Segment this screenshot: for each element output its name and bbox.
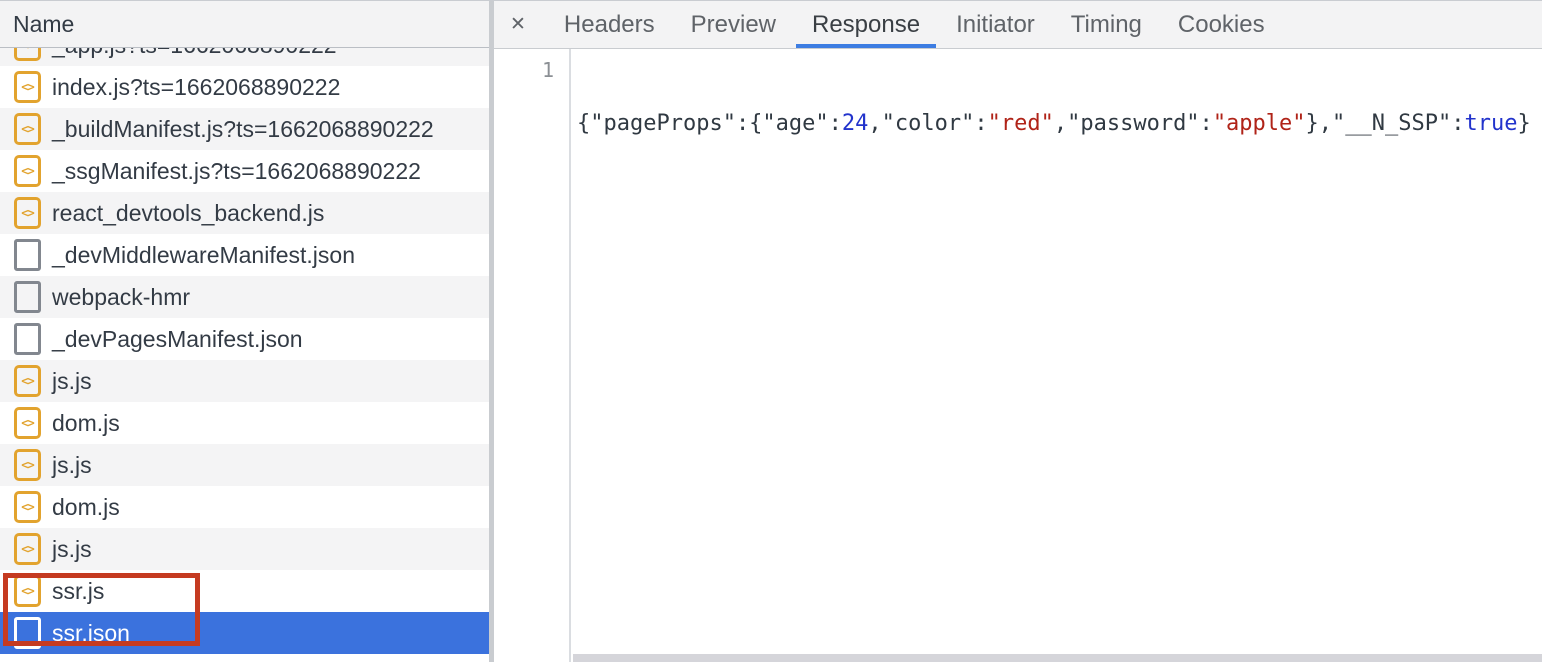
request-name: ssr.json <box>52 620 130 647</box>
request-row[interactable]: <> _ssgManifest.js?ts=1662068890222 <box>0 150 489 192</box>
request-name: js.js <box>52 452 92 479</box>
request-row[interactable]: _devPagesManifest.json <box>0 318 489 360</box>
request-name: _devPagesManifest.json <box>52 326 303 353</box>
response-code[interactable]: {"pageProps":{"age":24,"color":"red","pa… <box>571 49 1542 662</box>
script-file-icon: <> <box>14 491 41 523</box>
devtools-network-panel: Name <> _app.js?ts=1662068890222 <> index… <box>0 0 1542 662</box>
request-details-panel: ✕ HeadersPreviewResponseInitiatorTimingC… <box>494 1 1542 662</box>
document-file-icon <box>14 239 41 271</box>
request-name: dom.js <box>52 410 120 437</box>
json-token-plain: },"__N_SSP": <box>1306 111 1465 136</box>
request-name: ssr.js <box>52 578 104 605</box>
json-token-plain: } <box>1517 111 1530 136</box>
script-file-icon: <> <box>14 533 41 565</box>
document-file-icon <box>14 281 41 313</box>
request-row[interactable]: <> react_devtools_backend.js <box>0 192 489 234</box>
request-name: react_devtools_backend.js <box>52 200 324 227</box>
request-row[interactable]: <> dom.js <box>0 402 489 444</box>
script-file-icon: <> <box>14 155 41 187</box>
script-file-icon: <> <box>14 113 41 145</box>
document-file-icon <box>14 323 41 355</box>
script-file-icon: <> <box>14 197 41 229</box>
request-name: _ssgManifest.js?ts=1662068890222 <box>52 158 421 185</box>
request-row[interactable]: <> ssr.js <box>0 570 489 612</box>
request-name: _buildManifest.js?ts=1662068890222 <box>52 116 434 143</box>
tab-initiator[interactable]: Initiator <box>940 1 1051 48</box>
json-token-plain: ,"color": <box>868 111 987 136</box>
request-row[interactable]: <> js.js <box>0 444 489 486</box>
json-token-plain: ,"password": <box>1054 111 1213 136</box>
name-column-header[interactable]: Name <box>0 1 489 48</box>
response-json-line: {"pageProps":{"age":24,"color":"red","pa… <box>577 110 1542 137</box>
request-name: webpack-hmr <box>52 284 190 311</box>
request-name: js.js <box>52 536 92 563</box>
request-row[interactable]: <> js.js <box>0 360 489 402</box>
tab-response[interactable]: Response <box>796 1 936 48</box>
tab-timing[interactable]: Timing <box>1055 1 1158 48</box>
json-token-plain: {"pageProps":{"age": <box>577 111 842 136</box>
script-file-icon: <> <box>14 407 41 439</box>
line-number-gutter: 1 <box>494 49 571 662</box>
tab-cookies[interactable]: Cookies <box>1162 1 1281 48</box>
details-tabbar: ✕ HeadersPreviewResponseInitiatorTimingC… <box>494 1 1542 49</box>
json-token-str: "red" <box>988 111 1054 136</box>
request-name: dom.js <box>52 494 120 521</box>
script-file-icon: <> <box>14 365 41 397</box>
request-row[interactable]: ssr.json <box>0 612 489 654</box>
network-request-list-panel: Name <> _app.js?ts=1662068890222 <> index… <box>0 1 494 662</box>
response-content: 1 {"pageProps":{"age":24,"color":"red","… <box>494 49 1542 662</box>
request-name: index.js?ts=1662068890222 <box>52 74 340 101</box>
request-row[interactable]: <> js.js <box>0 528 489 570</box>
line-number: 1 <box>494 49 569 82</box>
tab-headers[interactable]: Headers <box>548 1 671 48</box>
request-row-partial[interactable]: <> _app.js?ts=1662068890222 <box>0 48 489 66</box>
request-row[interactable]: webpack-hmr <box>0 276 489 318</box>
request-row[interactable]: <> dom.js <box>0 486 489 528</box>
request-rows: <> _app.js?ts=1662068890222 <> index.js?t… <box>0 48 489 654</box>
request-name: js.js <box>52 368 92 395</box>
request-name: _app.js?ts=1662068890222 <box>52 48 337 59</box>
document-file-icon <box>14 617 41 649</box>
json-token-num: 24 <box>842 111 869 136</box>
json-token-bool: true <box>1464 111 1517 136</box>
json-token-str: "apple" <box>1213 111 1306 136</box>
script-file-icon: <> <box>14 71 41 103</box>
script-file-icon: <> <box>14 449 41 481</box>
script-file-icon: <> <box>14 48 41 61</box>
request-row[interactable]: _devMiddlewareManifest.json <box>0 234 489 276</box>
script-file-icon: <> <box>14 575 41 607</box>
request-row[interactable]: <> index.js?ts=1662068890222 <box>0 66 489 108</box>
request-name: _devMiddlewareManifest.json <box>52 242 355 269</box>
tab-preview[interactable]: Preview <box>675 1 792 48</box>
close-icon[interactable]: ✕ <box>494 1 546 49</box>
request-row[interactable]: <> _buildManifest.js?ts=1662068890222 <box>0 108 489 150</box>
name-column-label: Name <box>13 11 74 38</box>
horizontal-scrollbar[interactable] <box>573 654 1542 662</box>
